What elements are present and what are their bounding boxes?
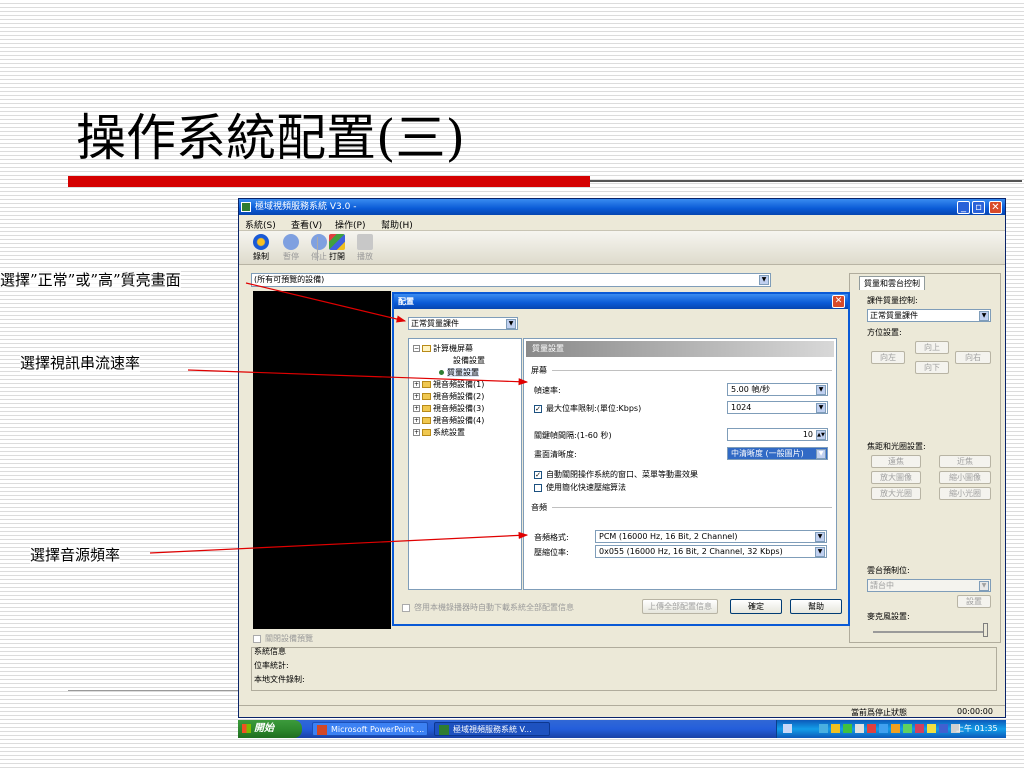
- annotation-quality: 選擇”正常”或”高”質亮畫面: [0, 269, 181, 290]
- annotation-arrows: [149, 282, 529, 554]
- annotation-stream-rate: 選擇視訊串流速率: [20, 352, 141, 373]
- arrow-quality: [245, 282, 407, 323]
- arrow-audio-rate: [149, 531, 529, 554]
- annotation-audio-rate: 選擇音源頻率: [30, 544, 121, 565]
- arrow-stream-rate: [187, 369, 529, 386]
